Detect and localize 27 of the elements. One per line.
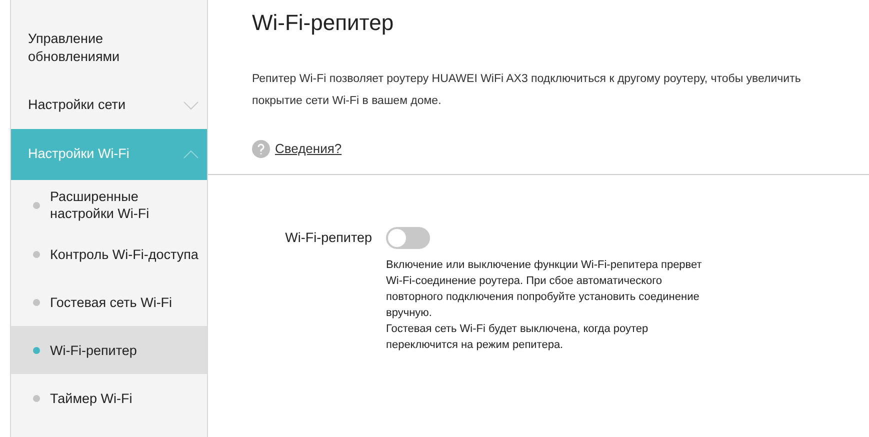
help-icon <box>252 140 270 158</box>
sidebar-subitem[interactable]: Контроль Wi-Fi-доступа <box>11 230 207 278</box>
sidebar-group[interactable]: Настройки сети <box>11 82 207 129</box>
bullet-icon <box>33 250 40 258</box>
bullet-icon <box>33 346 40 354</box>
sidebar-subitem[interactable]: Wi-Fi-репитер <box>11 326 207 374</box>
toggle-switch[interactable] <box>386 227 430 249</box>
sidebar-subitem[interactable]: Таймер Wi-Fi <box>11 374 207 422</box>
sidebar-item-label: Контроль Wi-Fi-доступа <box>50 246 198 262</box>
sidebar-item[interactable]: Управление обновлениями <box>11 30 207 82</box>
sidebar-item-label: Wi-Fi-репитер <box>50 342 137 358</box>
help-link[interactable]: Сведения? <box>275 139 342 159</box>
sidebar-item-label: Расширенные настройки Wi-Fi <box>50 188 150 222</box>
bullet-icon <box>33 394 40 402</box>
description: Репитер Wi-Fi позволяет роутеру HUAWEI WiFi AX3 подключиться к другому роутеру, чтобы увеличить покрытие сети Wi-Fi в вашем доме. <box>252 72 802 109</box>
bullet-icon <box>33 298 40 306</box>
chevron-icon <box>183 150 199 159</box>
sidebar-item-label: Гостевая сеть Wi-Fi <box>50 294 172 310</box>
sidebar-subitem[interactable]: Гостевая сеть Wi-Fi <box>11 278 207 326</box>
chevron-icon <box>183 101 199 110</box>
setting-note: Гостевая сеть Wi-Fi будет выключена, когда роутер переключится на режим репитера. <box>386 322 650 353</box>
sidebar-item-label: Таймер Wi-Fi <box>50 390 132 406</box>
setting-label: Wi-Fi-репитер <box>284 229 373 247</box>
bullet-icon <box>33 202 40 208</box>
setting-note: Включение или выключение функции Wi-Fi-репитера прервет Wi-Fi-соединение роутера. При сбое автоматического повторного подключения попробуйте установить соединение вручную. <box>386 258 703 321</box>
page-title: Wi-Fi-репитер <box>252 9 395 37</box>
sidebar-subitem[interactable]: Расширенные настройки Wi-Fi <box>11 180 207 230</box>
